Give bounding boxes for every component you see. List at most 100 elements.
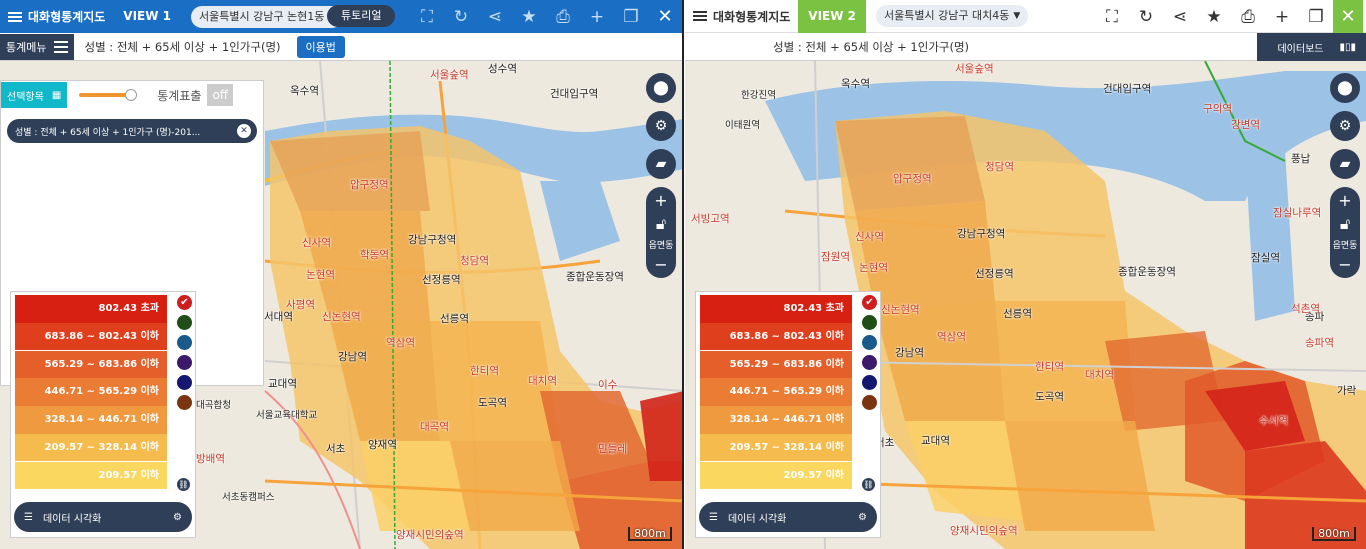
select-items-button[interactable]: 선택항목 ▦: [1, 82, 68, 108]
refresh-icon[interactable]: ↻: [1129, 0, 1163, 33]
tutorial-button[interactable]: 튜토리얼: [327, 5, 396, 27]
map-label: 교대역: [268, 378, 297, 390]
map-label: 신사역: [855, 231, 884, 243]
location-icon[interactable]: ⬤: [646, 73, 676, 103]
location-icon[interactable]: ⬤: [1330, 73, 1360, 103]
link-icon[interactable]: ⛓: [862, 478, 875, 491]
map-label: 강남역: [338, 351, 367, 363]
color-swatch[interactable]: [177, 315, 192, 330]
view-1-panel: 대화형통계지도 VIEW 1 서울특별시 강남구 논현1동 ▼ 튜토리얼 ⛶ ↻…: [0, 0, 684, 549]
gear-icon[interactable]: ⚙: [646, 111, 676, 141]
color-swatch[interactable]: [177, 375, 192, 390]
refresh-icon[interactable]: ↻: [444, 0, 478, 33]
map-label: 건대입구역: [1103, 83, 1152, 95]
map-label: 대치역: [1085, 369, 1114, 381]
map-label: 한티역: [1035, 361, 1064, 373]
map-label: 성수역: [488, 63, 517, 75]
opacity-slider[interactable]: [79, 89, 138, 101]
star-icon[interactable]: ★: [512, 0, 546, 33]
map-label: 이수: [598, 379, 618, 391]
view-tag[interactable]: VIEW 2: [798, 0, 866, 33]
color-swatch[interactable]: [862, 355, 877, 370]
lock-icon[interactable]: 🔓︎: [1340, 214, 1350, 234]
color-swatch[interactable]: [177, 395, 192, 410]
legend-row[interactable]: 802.43 초과: [700, 295, 852, 323]
map-label: 선정릉역: [975, 268, 1014, 280]
print-icon[interactable]: ⎙: [546, 0, 580, 33]
share-icon[interactable]: ⋖: [478, 0, 512, 33]
map-label: 잠원역: [821, 251, 850, 263]
color-swatch[interactable]: [177, 355, 192, 370]
legend-row[interactable]: 565.29 ~ 683.86 이하: [15, 350, 167, 379]
view-tag[interactable]: VIEW 1: [113, 0, 181, 33]
gear-icon[interactable]: ⚙: [173, 512, 182, 523]
legend-row[interactable]: 209.57 이하: [15, 461, 167, 490]
selected-stat-chip[interactable]: 성별 : 전체 + 65세 이상 + 1인가구 (명)-201... ✕: [7, 119, 257, 143]
expand-icon[interactable]: ⛶: [410, 0, 444, 33]
zoom-out-icon[interactable]: −: [654, 255, 667, 274]
usage-button[interactable]: 이용법: [296, 35, 345, 58]
app-title: 대화형통계지도: [713, 9, 791, 24]
data-board-button[interactable]: 데이터보드 ▮▯▮: [1257, 33, 1366, 61]
close-icon[interactable]: ✕: [1333, 0, 1363, 33]
map-label: 신논현역: [322, 311, 361, 323]
hamburger-icon[interactable]: [8, 11, 22, 22]
close-icon[interactable]: ✕: [648, 0, 682, 33]
check-icon[interactable]: ✔: [177, 295, 192, 310]
color-swatch[interactable]: [862, 395, 877, 410]
legend-row[interactable]: 446.71 ~ 565.29 이하: [700, 378, 852, 406]
legend-row[interactable]: 209.57 ~ 328.14 이하: [700, 433, 852, 462]
data-visualization-button[interactable]: ☰ 데이터 시각화 ⚙: [699, 502, 877, 532]
hamburger-icon[interactable]: [693, 11, 707, 21]
map-label: 이태원역: [725, 120, 760, 131]
zoom-in-icon[interactable]: +: [654, 191, 667, 210]
legend-row[interactable]: 802.43 초과: [15, 295, 167, 323]
selected-stat-label: 성별 : 전체 + 65세 이상 + 1인가구 (명)-201...: [15, 127, 201, 138]
plus-icon[interactable]: +: [580, 0, 614, 33]
zoom-in-icon[interactable]: +: [1338, 191, 1351, 210]
expand-icon[interactable]: ⛶: [1095, 0, 1129, 33]
legend-row[interactable]: 565.29 ~ 683.86 이하: [700, 350, 852, 379]
close-icon[interactable]: ✕: [237, 124, 251, 138]
link-icon[interactable]: ⛓: [177, 478, 190, 491]
color-swatch[interactable]: [862, 335, 877, 350]
lock-icon[interactable]: 🔓︎: [656, 214, 666, 234]
data-board-label: 데이터보드: [1277, 43, 1324, 55]
color-swatch[interactable]: [862, 375, 877, 390]
map-label: 옥수역: [841, 78, 870, 90]
map-label: 서초동캠퍼스: [222, 492, 275, 503]
map-label: 강변역: [1231, 119, 1260, 131]
plus-icon[interactable]: +: [1265, 0, 1299, 33]
legend-row[interactable]: 683.86 ~ 802.43 이하: [15, 322, 167, 351]
legend-row[interactable]: 209.57 이하: [700, 461, 852, 490]
legend-row[interactable]: 683.86 ~ 802.43 이하: [700, 322, 852, 351]
legend-row[interactable]: 328.14 ~ 446.71 이하: [15, 406, 167, 434]
check-icon[interactable]: ✔: [862, 295, 877, 310]
stat-menu-button[interactable]: 통계메뉴: [0, 33, 75, 60]
map-label: 옥수역: [290, 85, 319, 97]
selection-header: 선택항목 ▦ 통계표출 off: [1, 81, 263, 109]
share-icon[interactable]: ⋖: [1163, 0, 1197, 33]
legend-row[interactable]: 446.71 ~ 565.29 이하: [15, 378, 167, 406]
star-icon[interactable]: ★: [1197, 0, 1231, 33]
layers-icon[interactable]: ▰: [646, 149, 676, 179]
data-visualization-button[interactable]: ☰ 데이터 시각화 ⚙: [14, 502, 192, 532]
zoom-out-icon[interactable]: −: [1338, 255, 1351, 274]
list-icon: ☰: [24, 511, 33, 523]
stat-display-toggle[interactable]: off: [207, 84, 234, 106]
color-swatch[interactable]: [862, 315, 877, 330]
gear-icon[interactable]: ⚙: [858, 512, 867, 523]
legend-row[interactable]: 328.14 ~ 446.71 이하: [700, 406, 852, 434]
color-swatch[interactable]: [177, 335, 192, 350]
chart-icon: ▮▯▮: [1339, 41, 1356, 53]
map-scale: 800m: [628, 527, 672, 541]
gear-icon[interactable]: ⚙: [1330, 111, 1360, 141]
copy-icon[interactable]: ❐: [1299, 0, 1333, 33]
legend-row[interactable]: 209.57 ~ 328.14 이하: [15, 433, 167, 462]
legend-swatches: ✔: [177, 295, 192, 410]
layers-icon[interactable]: ▰: [1330, 149, 1360, 179]
region-select[interactable]: 서울특별시 강남구 대치4동 ▼: [876, 5, 1029, 27]
print-icon[interactable]: ⎙: [1231, 0, 1265, 33]
region-select[interactable]: 서울특별시 강남구 논현1동 ▼: [191, 5, 344, 28]
copy-icon[interactable]: ❐: [614, 0, 648, 33]
